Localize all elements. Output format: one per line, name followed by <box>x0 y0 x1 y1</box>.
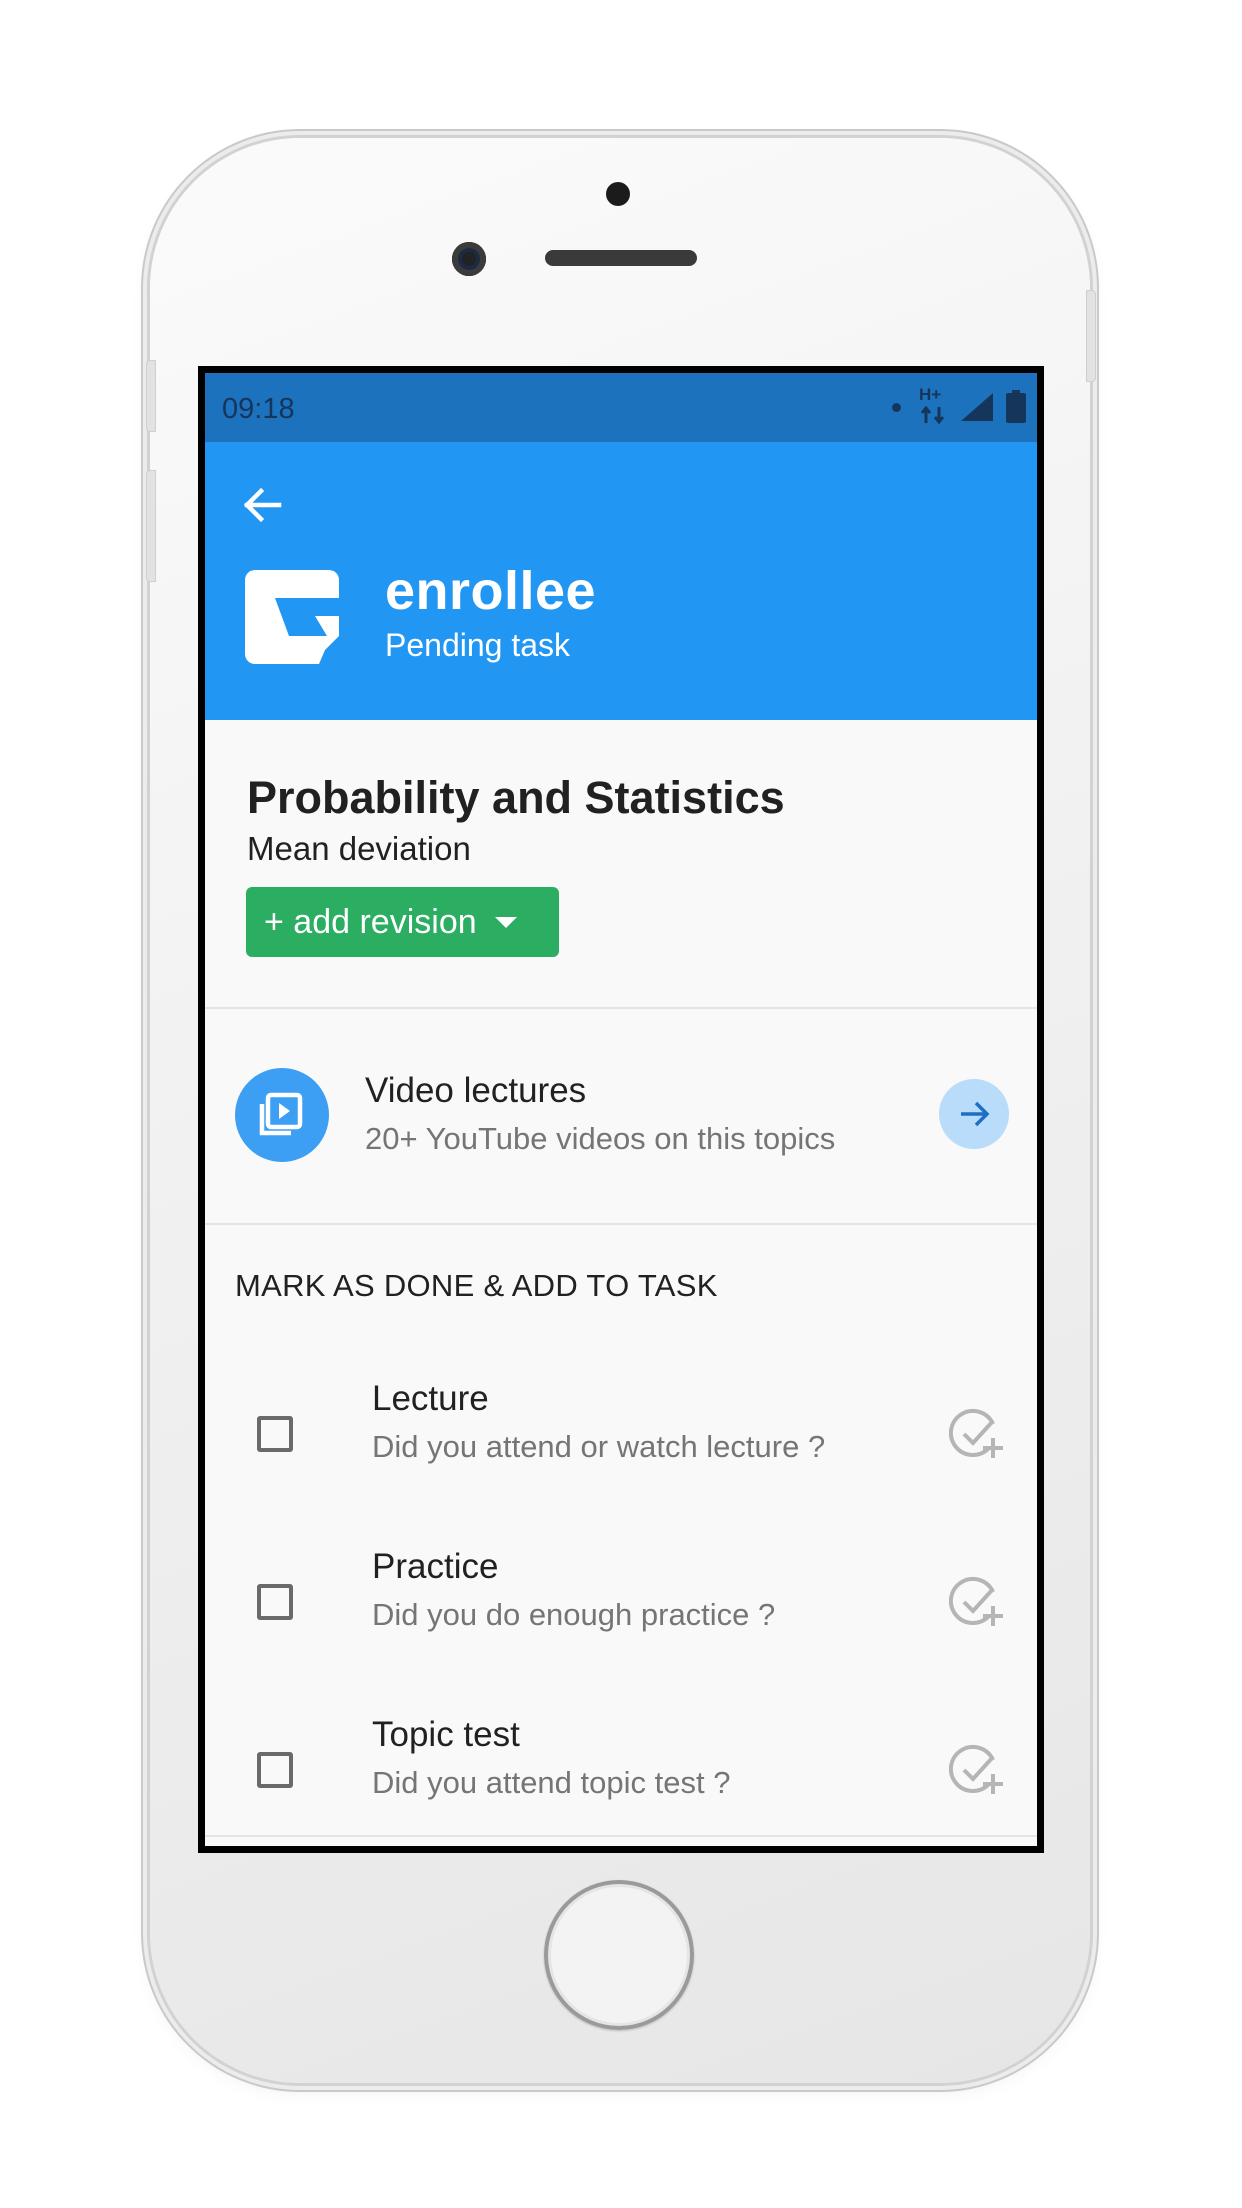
network-type-label: H+ <box>919 385 942 404</box>
battery-icon <box>1006 390 1026 423</box>
status-bar: 09:18 H+ <box>205 373 1037 442</box>
section-label: MARK AS DONE & ADD TO TASK <box>235 1268 718 1303</box>
phone-screen: 09:18 H+ enrollee Pending task Probabili… <box>198 366 1044 1853</box>
power-button <box>1086 290 1096 382</box>
topic-name: Mean deviation <box>247 830 471 867</box>
app-bar: enrollee Pending task <box>205 442 1037 720</box>
add-revision-button[interactable]: + add revision <box>246 887 559 957</box>
data-arrows-icon: H+ <box>919 385 949 425</box>
app-logo-icon <box>245 570 339 664</box>
signal-icon <box>961 393 993 421</box>
app-subtitle: Pending task <box>385 627 571 663</box>
proximity-sensor <box>606 182 630 206</box>
volume-button <box>146 470 156 582</box>
video-lectures-title: Video lectures <box>365 1071 587 1110</box>
task-row-lecture[interactable]: Lecture Did you attend or watch lecture … <box>205 1359 1037 1527</box>
video-lectures-subtitle: 20+ YouTube videos on this topics <box>365 1121 836 1156</box>
check-add-icon[interactable] <box>949 1574 1005 1630</box>
divider <box>205 1835 1037 1837</box>
task-subtitle: Did you attend topic test ? <box>372 1765 731 1800</box>
notification-dot-icon <box>892 402 901 412</box>
task-subtitle: Did you attend or watch lecture ? <box>372 1429 826 1464</box>
check-add-icon[interactable] <box>949 1742 1005 1798</box>
video-library-icon <box>235 1068 329 1162</box>
status-time: 09:18 <box>222 393 295 425</box>
home-button[interactable] <box>544 1880 694 2030</box>
back-arrow-icon[interactable] <box>239 482 285 528</box>
subject-title: Probability and Statistics <box>247 772 785 823</box>
subject-header: Probability and Statistics Mean deviatio… <box>205 720 1037 1009</box>
video-lectures-row[interactable]: Video lectures 20+ YouTube videos on thi… <box>205 1009 1037 1225</box>
dropdown-caret-icon <box>494 916 517 928</box>
check-add-icon[interactable] <box>949 1406 1005 1462</box>
arrow-forward-icon[interactable] <box>939 1079 1009 1149</box>
task-title: Lecture <box>372 1379 489 1418</box>
status-icons: H+ <box>892 385 1027 425</box>
earpiece-speaker <box>545 250 697 266</box>
app-title: enrollee <box>385 561 597 621</box>
add-revision-label: + add revision <box>264 902 477 941</box>
mute-switch <box>146 360 156 432</box>
task-row-topic-test[interactable]: Topic test Did you attend topic test ? <box>205 1695 1037 1846</box>
app-screen: 09:18 H+ enrollee Pending task Probabili… <box>205 373 1037 1846</box>
task-checkbox[interactable] <box>257 1416 293 1452</box>
task-checkbox[interactable] <box>257 1752 293 1788</box>
task-checkbox[interactable] <box>257 1584 293 1620</box>
task-title: Topic test <box>372 1715 520 1754</box>
task-subtitle: Did you do enough practice ? <box>372 1597 776 1632</box>
task-title: Practice <box>372 1547 499 1586</box>
task-row-practice[interactable]: Practice Did you do enough practice ? <box>205 1527 1037 1695</box>
front-camera <box>452 242 486 276</box>
